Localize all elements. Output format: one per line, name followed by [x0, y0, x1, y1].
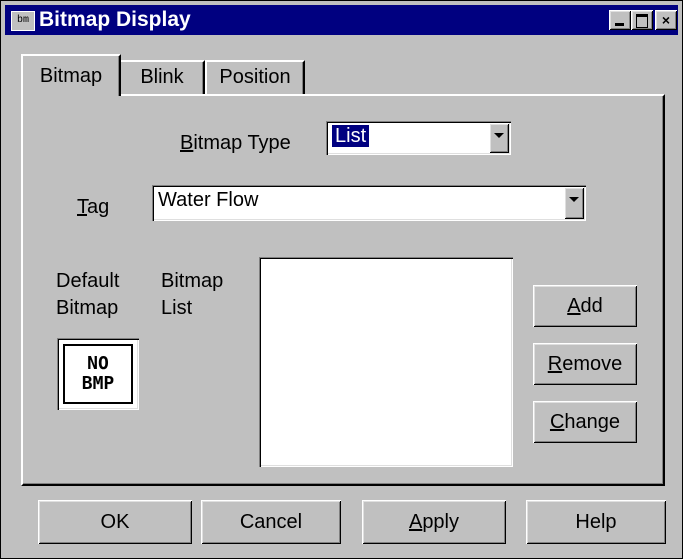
- cancel-label: Cancel: [239, 511, 303, 533]
- tab-bitmap-label: Bitmap: [39, 65, 103, 87]
- bitmap-app-icon[interactable]: bm: [11, 11, 35, 31]
- default-bitmap-label-2: Bitmap: [56, 297, 119, 319]
- tab-blink-label: Blink: [140, 66, 184, 88]
- add-accel: A: [567, 295, 581, 317]
- apply-rest: pply: [422, 511, 460, 533]
- apply-button[interactable]: Apply: [362, 500, 506, 544]
- add-rest: dd: [580, 295, 603, 317]
- chevron-down-icon: [569, 197, 579, 202]
- bitmap-type-select[interactable]: List: [326, 121, 511, 155]
- remove-rest: emove: [562, 353, 623, 375]
- tag-label-accel: T: [77, 196, 87, 218]
- change-accel: C: [549, 411, 565, 433]
- add-button[interactable]: Add: [533, 285, 637, 327]
- maximize-button[interactable]: [631, 10, 653, 30]
- window-title: Bitmap Display: [39, 8, 191, 31]
- no-bmp-line2: BMP: [81, 373, 115, 394]
- remove-button[interactable]: Remove: [533, 343, 637, 385]
- maximize-icon: [636, 14, 648, 28]
- title-bar[interactable]: bm Bitmap Display ×: [5, 5, 678, 35]
- apply-accel: A: [408, 511, 423, 533]
- bitmap-list-label-1: Bitmap: [161, 270, 224, 292]
- tag-value: Water Flow: [158, 189, 259, 211]
- tag-dropdown-button[interactable]: [564, 187, 584, 219]
- tag-select[interactable]: Water Flow: [152, 185, 586, 221]
- bitmap-type-value: List: [330, 124, 371, 148]
- help-button[interactable]: Help: [526, 500, 666, 544]
- bitmap-type-dropdown-button[interactable]: [489, 123, 509, 153]
- change-button[interactable]: Change: [533, 401, 637, 443]
- chevron-down-icon: [494, 133, 504, 138]
- bitmap-type-label: Bitmap Type: [180, 131, 291, 155]
- bitmap-type-value-area: List: [330, 124, 371, 148]
- help-label: Help: [575, 511, 617, 533]
- bitmap-type-label-accel: B: [180, 132, 194, 154]
- minimize-button[interactable]: [609, 10, 631, 30]
- tab-blink[interactable]: Blink: [119, 60, 205, 94]
- tag-label-rest: ag: [87, 196, 110, 218]
- remove-accel: R: [547, 353, 563, 375]
- tab-position-label: Position: [219, 66, 291, 88]
- ok-button[interactable]: OK: [38, 500, 192, 544]
- bitmap-type-label-rest: itmap Type: [193, 132, 291, 154]
- no-bmp-line1: NO: [87, 353, 109, 374]
- bitmap-list-label-2: List: [161, 297, 193, 319]
- no-bmp-icon: NO BMP: [63, 344, 133, 404]
- close-icon: ×: [661, 12, 671, 28]
- tag-label: Tag: [77, 195, 109, 219]
- default-bitmap-label-1: Default: [56, 270, 120, 292]
- tab-bitmap[interactable]: Bitmap: [21, 54, 121, 96]
- tab-position[interactable]: Position: [205, 60, 305, 94]
- change-rest: hange: [564, 411, 621, 433]
- bitmap-list-box[interactable]: [259, 257, 513, 467]
- cancel-button[interactable]: Cancel: [201, 500, 341, 544]
- default-bitmap-preview[interactable]: NO BMP: [57, 338, 139, 410]
- minimize-icon: [615, 23, 624, 26]
- ok-label: OK: [100, 511, 130, 533]
- close-button[interactable]: ×: [655, 10, 677, 30]
